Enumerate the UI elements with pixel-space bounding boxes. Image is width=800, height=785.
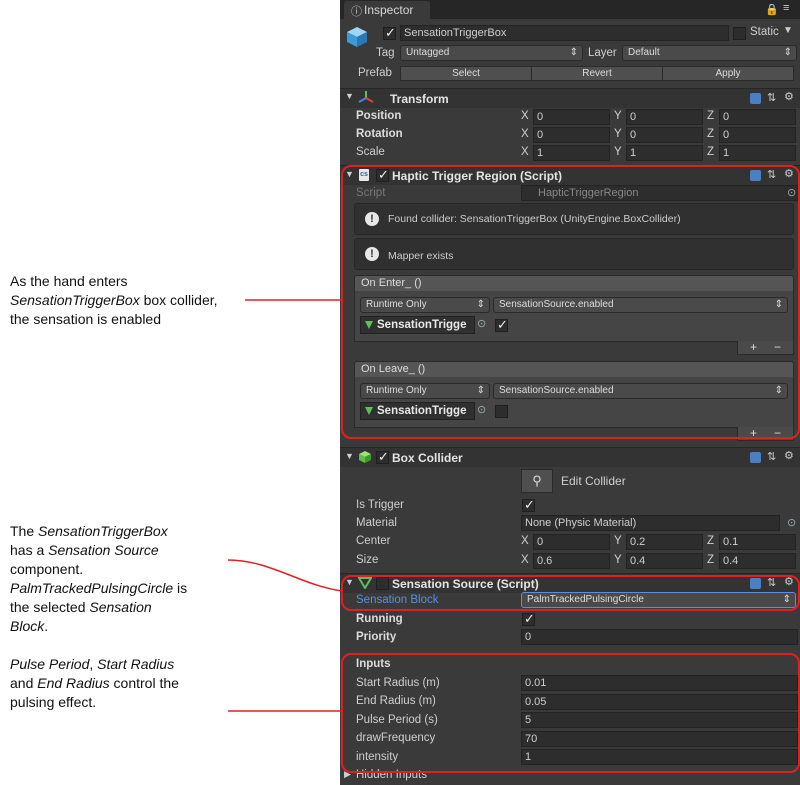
connector-lines xyxy=(227,299,343,712)
connector-line-source xyxy=(227,559,343,592)
